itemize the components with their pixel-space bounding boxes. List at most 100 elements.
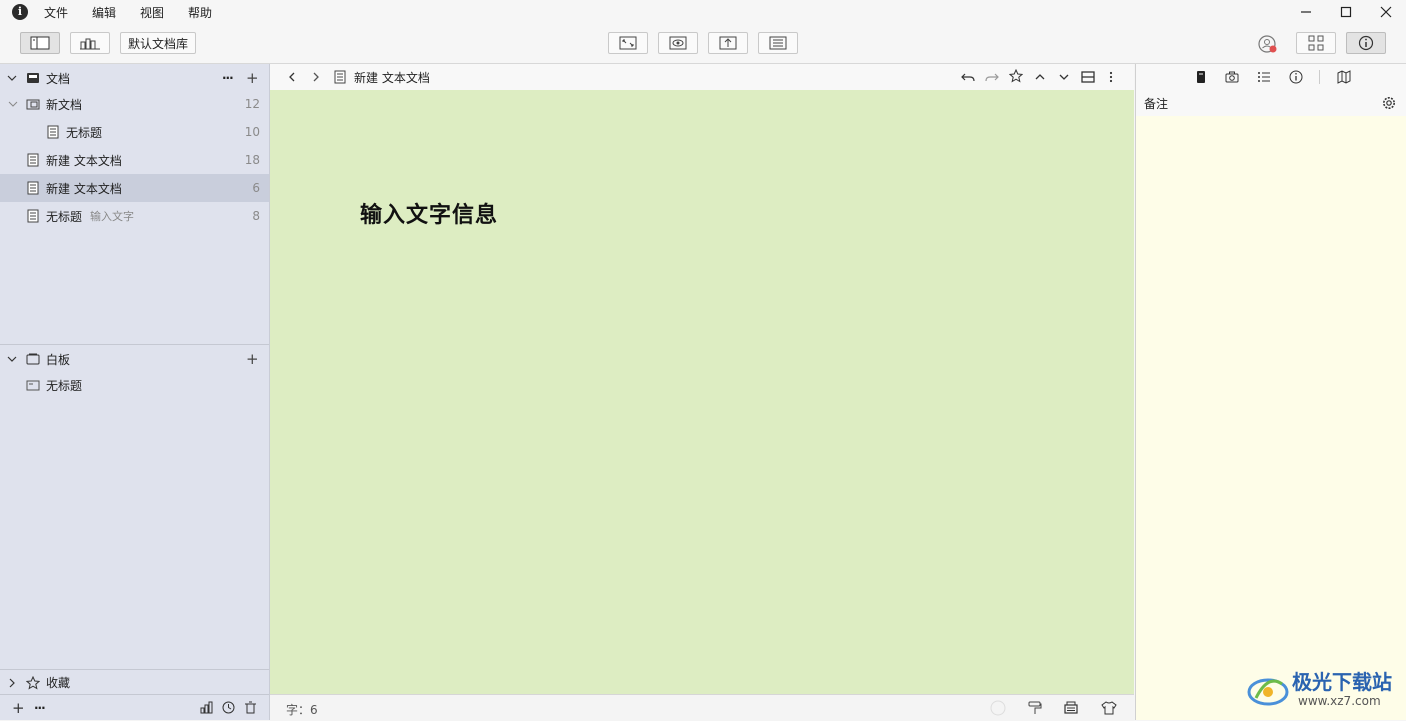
- favorites-section-title: 收藏: [46, 676, 71, 690]
- inspector-toggle-button[interactable]: [1346, 32, 1386, 54]
- sidebar-item-doc[interactable]: 新建 文本文档 18: [0, 146, 269, 174]
- docs-more-button[interactable]: ···: [222, 71, 234, 85]
- menu-help[interactable]: 帮助: [188, 4, 212, 21]
- stats-icon[interactable]: [200, 701, 213, 714]
- info-icon: [1358, 35, 1374, 51]
- chevron-right-icon: [9, 678, 15, 687]
- notes-header: 备注: [1135, 90, 1406, 117]
- board-section-header[interactable]: 白板 +: [0, 345, 269, 373]
- more-vertical-icon[interactable]: [1106, 70, 1116, 84]
- notes-tab-icon[interactable]: [1194, 70, 1208, 84]
- typewriter-icon[interactable]: [1063, 700, 1079, 716]
- format-paint-icon[interactable]: [1027, 700, 1043, 716]
- minimize-icon: [1301, 11, 1311, 13]
- outline-button[interactable]: [758, 32, 798, 54]
- minimize-button[interactable]: [1292, 2, 1320, 22]
- sidebar-icon: [30, 36, 50, 50]
- star-icon: [26, 675, 40, 690]
- menu-view[interactable]: 视图: [140, 4, 164, 21]
- redo-icon[interactable]: [985, 70, 999, 84]
- sidebar-item-label: 无标题: [66, 125, 103, 140]
- toolbar: 默认文档库: [0, 24, 1406, 64]
- forward-icon[interactable]: [310, 71, 322, 83]
- sidebar-item-doc[interactable]: 无标题 输入文字 8: [0, 202, 269, 230]
- chevron-down-icon[interactable]: [1057, 70, 1071, 84]
- docs-section-title: 文档: [46, 71, 71, 86]
- undo-icon[interactable]: [961, 70, 975, 84]
- layout-button[interactable]: [1296, 32, 1336, 54]
- fullscreen-button[interactable]: [608, 32, 648, 54]
- grid-icon: [1308, 35, 1324, 51]
- watermark-logo-icon: [1247, 678, 1289, 706]
- sidebar-item-doc[interactable]: 无标题 10: [0, 118, 269, 146]
- back-icon[interactable]: [286, 71, 298, 83]
- library-selector-button[interactable]: 默认文档库: [120, 32, 197, 54]
- menu-file[interactable]: 文件: [44, 4, 68, 21]
- chevron-down-icon: [8, 101, 18, 107]
- add-item-button[interactable]: +: [12, 699, 25, 717]
- favorites-section-header[interactable]: 收藏: [0, 670, 269, 695]
- editor-content[interactable]: 输入文字信息: [360, 197, 498, 229]
- close-button[interactable]: [1372, 2, 1400, 22]
- editor-footer: 字：6: [270, 694, 1134, 721]
- chevron-up-icon[interactable]: [1033, 70, 1047, 84]
- camera-icon[interactable]: [1225, 70, 1239, 84]
- sidebar-item-label: 无标题: [46, 378, 83, 393]
- star-icon[interactable]: [1009, 69, 1023, 83]
- board-section-title: 白板: [46, 352, 71, 367]
- sidebar-item-doc-selected[interactable]: 新建 文本文档 6: [0, 174, 269, 202]
- document-icon: [27, 209, 39, 223]
- target-circle-icon[interactable]: [990, 700, 1006, 716]
- footer-more-button[interactable]: ···: [34, 701, 46, 715]
- export-button[interactable]: [708, 32, 748, 54]
- sidebar-item-folder[interactable]: 新文档 12: [0, 90, 269, 118]
- document-title: 新建 文本文档: [354, 71, 430, 85]
- whiteboard-icon: [26, 353, 40, 365]
- preview-button[interactable]: [658, 32, 698, 54]
- sidebar-item-label: 新建 文本文档: [46, 153, 122, 168]
- history-icon[interactable]: [222, 701, 235, 714]
- word-count-badge: 18: [244, 153, 260, 167]
- map-icon[interactable]: [1337, 70, 1351, 84]
- document-icon: [47, 125, 59, 139]
- sidebar-footer: + ···: [0, 695, 269, 720]
- info-icon[interactable]: [1289, 70, 1303, 84]
- gear-icon[interactable]: [1382, 96, 1396, 110]
- split-view-icon[interactable]: [1081, 70, 1095, 84]
- board-card-icon: [26, 380, 40, 391]
- maximize-button[interactable]: [1332, 2, 1360, 22]
- list-icon[interactable]: [1257, 70, 1271, 84]
- outline-icon: [769, 36, 787, 50]
- docs-add-button[interactable]: +: [246, 69, 259, 87]
- toggle-sidebar-button[interactable]: [20, 32, 60, 54]
- sidebar-item-label: 无标题: [46, 209, 83, 224]
- chevron-down-icon: [7, 356, 17, 362]
- sidebar-item-label: 新文档: [46, 97, 83, 112]
- folder-doc-icon: [26, 99, 40, 110]
- word-count-badge: 6: [252, 181, 260, 195]
- app-logo-icon: i: [12, 4, 28, 20]
- docs-section-header[interactable]: 文档 ··· +: [0, 64, 269, 92]
- notes-editor[interactable]: 极光下载站 www.xz7.com: [1135, 116, 1406, 720]
- word-count-label: 字：6: [286, 703, 318, 717]
- editor-header: 新建 文本文档: [270, 64, 1134, 91]
- menu-edit[interactable]: 编辑: [92, 4, 116, 21]
- expand-icon: [619, 36, 637, 50]
- tab-divider: [1319, 70, 1320, 84]
- watermark: 极光下载站 www.xz7.com: [1246, 664, 1406, 718]
- board-add-button[interactable]: +: [246, 350, 259, 368]
- editor-area[interactable]: 输入文字信息: [270, 90, 1134, 694]
- trash-icon[interactable]: [244, 701, 257, 714]
- document-icon: [334, 70, 346, 84]
- notes-title: 备注: [1144, 97, 1169, 111]
- watermark-url: www.xz7.com: [1298, 694, 1381, 708]
- export-icon: [719, 36, 737, 50]
- corkboard-view-button[interactable]: [70, 32, 110, 54]
- sidebar-item-board[interactable]: 无标题: [0, 371, 269, 399]
- binder-sidebar: 文档 ··· + 新文档 12 无标题 10 新建 文本文档 18 新建 文本文…: [0, 64, 270, 720]
- account-button[interactable]: [1257, 34, 1279, 54]
- theme-shirt-icon[interactable]: [1101, 700, 1117, 716]
- document-icon: [27, 181, 39, 195]
- corkboard-icon: [80, 38, 100, 50]
- word-count-badge: 12: [244, 97, 260, 111]
